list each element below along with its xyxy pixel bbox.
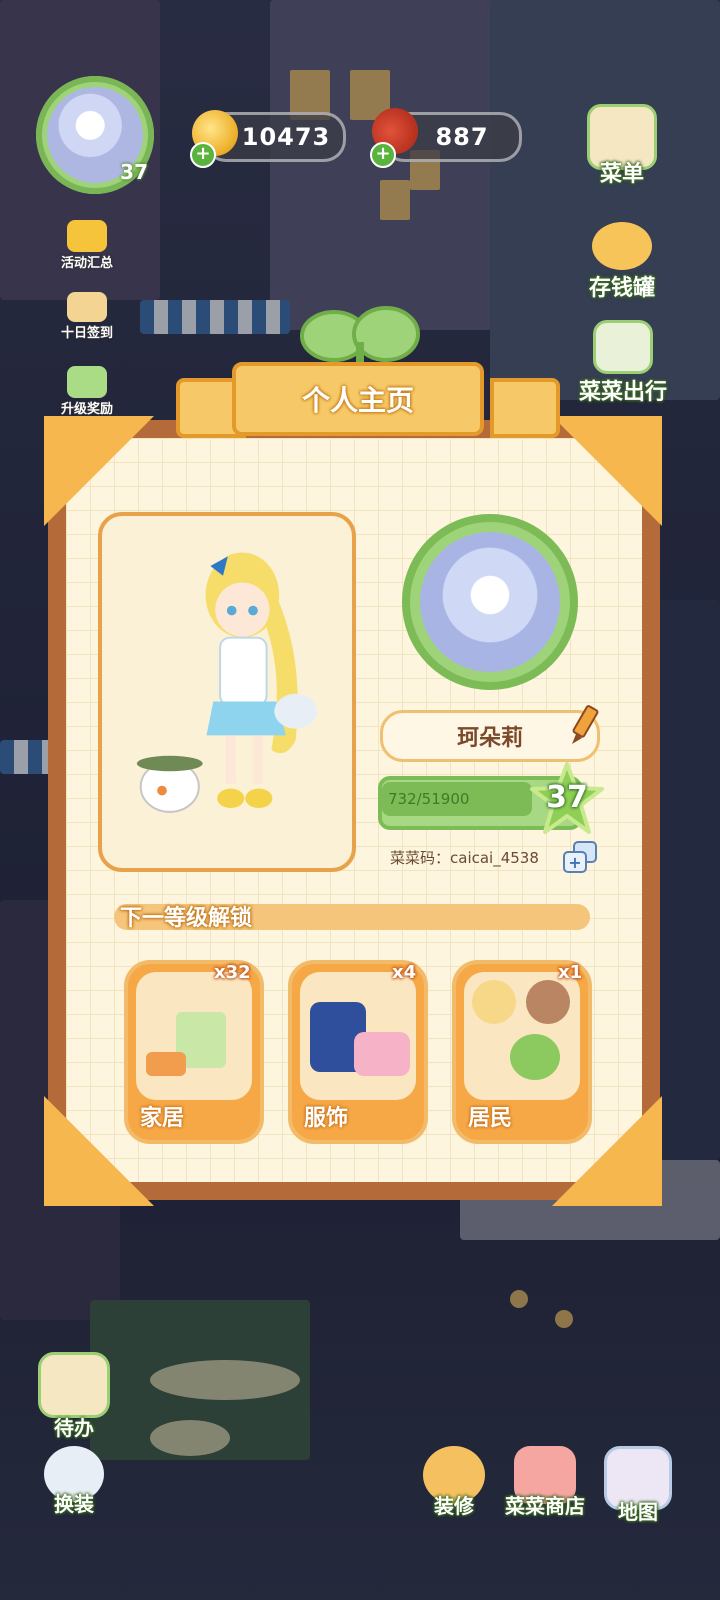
events-button[interactable]: 活动汇总: [52, 220, 122, 271]
todo-button[interactable]: 待办: [36, 1352, 112, 1441]
events-label: 活动汇总: [60, 256, 113, 271]
level-number: 37: [546, 780, 588, 815]
panel-title: 个人主页: [232, 362, 484, 436]
profile-avatar[interactable]: [402, 514, 578, 690]
coin-amount: 10473: [241, 123, 331, 151]
dressup-label: 换装: [54, 1492, 94, 1516]
reward-furniture-card[interactable]: 家居: [124, 960, 264, 1144]
reward-resident-count: x1: [558, 962, 583, 983]
edit-pencil-icon[interactable]: [566, 704, 602, 748]
map-button[interactable]: 地图: [600, 1446, 676, 1525]
decorate-label: 装修: [434, 1494, 474, 1518]
map-label: 地图: [618, 1500, 658, 1524]
todo-list-icon: [38, 1352, 110, 1418]
character-illustration: [136, 552, 317, 813]
checkin-label: 十日签到: [60, 326, 113, 341]
avatar-level-badge: 37: [120, 160, 148, 184]
next-unlock-title: 下一等级解锁: [120, 906, 253, 931]
reward-clothing-card[interactable]: 服饰: [288, 960, 428, 1144]
profile-avatar-portrait: [420, 532, 560, 672]
reward-clothing-label: 服饰: [304, 1106, 349, 1131]
veggie-trip-button[interactable]: 菜菜出行: [578, 320, 668, 406]
vegetable-amount: 887: [435, 123, 489, 151]
menu-button[interactable]: 菜单: [586, 104, 658, 188]
piggy-bank-icon: [592, 222, 652, 270]
resident-art: [464, 972, 580, 1100]
character-card[interactable]: [98, 512, 356, 872]
player-name: 珂朵莉: [456, 726, 523, 751]
reward-resident-card[interactable]: 居民: [452, 960, 592, 1144]
player-avatar-button[interactable]: 37: [36, 76, 154, 194]
shop-button[interactable]: 菜菜商店: [500, 1446, 590, 1519]
panel-corner-top-right: [552, 416, 662, 526]
levelup-reward-label: 升级奖励: [60, 402, 113, 417]
svg-text:+: +: [568, 853, 581, 872]
dressup-button[interactable]: 换装: [36, 1446, 112, 1517]
menu-label: 菜单: [599, 162, 644, 187]
sprout-icon: [300, 306, 420, 366]
add-vegetables-icon[interactable]: +: [370, 142, 396, 168]
reward-resident-label: 居民: [468, 1106, 513, 1131]
reward-clothing-count: x4: [392, 962, 417, 983]
player-code: 菜菜码：caicai_4538: [390, 849, 539, 867]
calendar-icon: [67, 292, 107, 322]
events-icon: [67, 220, 107, 252]
shop-label: 菜菜商店: [505, 1494, 585, 1518]
piggy-bank-label: 存钱罐: [588, 276, 655, 301]
panel-corner-top-left: [44, 416, 154, 526]
checkin-button[interactable]: 十日签到: [52, 292, 122, 341]
todo-label: 待办: [54, 1416, 94, 1440]
reward-furniture-label: 家居: [140, 1106, 185, 1131]
gift-icon: [67, 366, 107, 398]
ribbon-right-tail: [490, 378, 560, 438]
furniture-art: [136, 972, 252, 1100]
paper-plane-icon: [593, 320, 653, 374]
reward-furniture-count: x32: [214, 962, 251, 983]
exp-text: 732/51900: [388, 790, 470, 808]
piggy-bank-button[interactable]: 存钱罐: [584, 222, 660, 302]
veggie-trip-label: 菜菜出行: [578, 380, 667, 405]
levelup-reward-button[interactable]: 升级奖励: [52, 366, 122, 417]
copy-code-icon[interactable]: +: [562, 840, 598, 874]
decorate-button[interactable]: 装修: [414, 1446, 494, 1519]
add-coins-icon[interactable]: +: [190, 142, 216, 168]
clothing-art: [300, 972, 416, 1100]
